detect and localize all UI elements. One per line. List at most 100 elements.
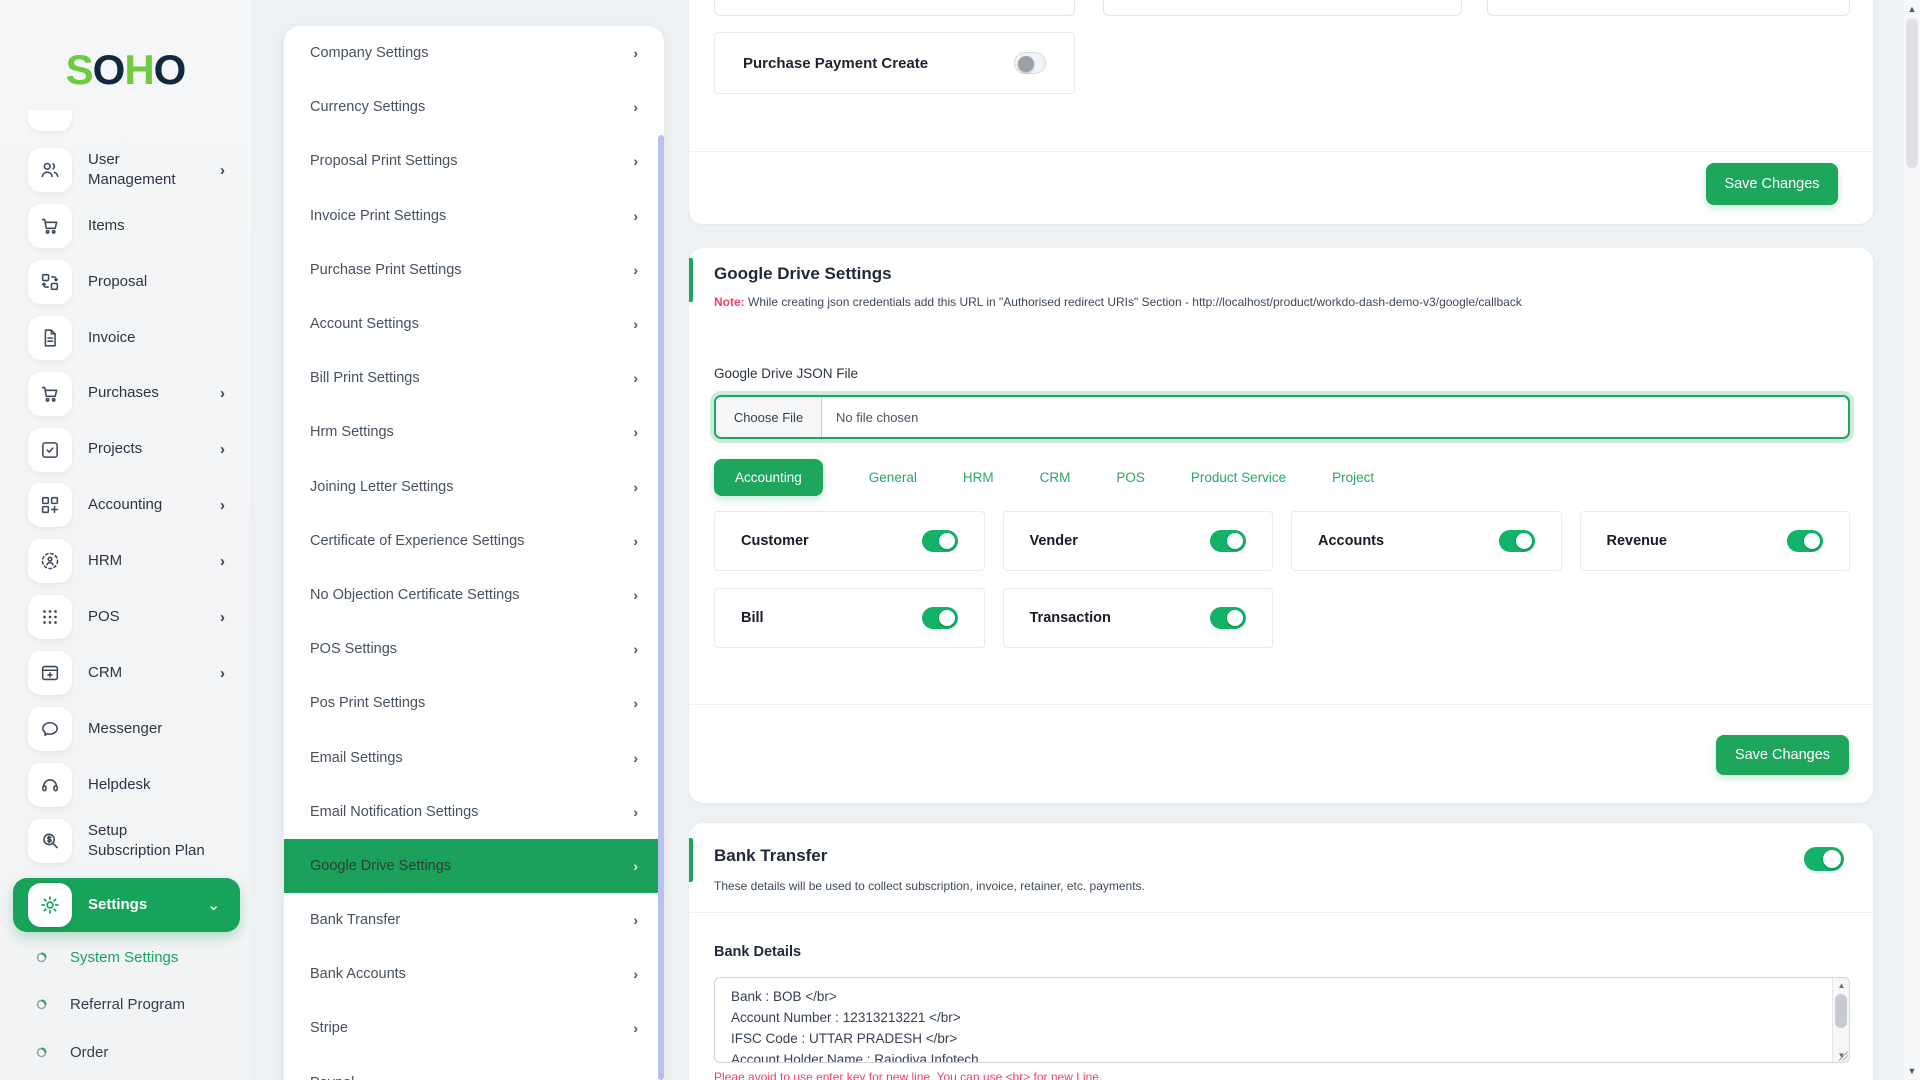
module-toggle-transaction[interactable] xyxy=(1210,607,1246,629)
main-content: Purchase Payment Create Save Changes Goo… xyxy=(689,0,1873,1080)
chevron-right-icon: › xyxy=(633,749,638,766)
radial-bullet-icon xyxy=(36,999,47,1010)
json-file-input[interactable]: Choose File No file chosen xyxy=(714,395,1850,439)
sidebar-item-hrm[interactable]: HRM › xyxy=(0,539,251,584)
sidebar-item-projects[interactable]: Projects › xyxy=(0,427,251,472)
settings-panel-item-invoice-print-settings[interactable]: Invoice Print Settings › xyxy=(284,189,664,243)
chevron-right-icon: › xyxy=(220,385,225,403)
choose-file-button[interactable]: Choose File xyxy=(716,397,822,437)
settings-panel-item-hrm-settings[interactable]: Hrm Settings › xyxy=(284,405,664,459)
swap-boxes-icon xyxy=(28,259,72,304)
module-toggle-vender[interactable] xyxy=(1210,530,1246,552)
settings-panel-item-pos-print-settings[interactable]: Pos Print Settings › xyxy=(284,676,664,730)
settings-panel-item-certificate-of-experience-settings[interactable]: Certificate of Experience Settings › xyxy=(284,514,664,568)
tab-hrm[interactable]: HRM xyxy=(963,470,994,485)
module-toggle-revenue[interactable] xyxy=(1787,530,1823,552)
settings-panel-item-pos-settings[interactable]: POS Settings › xyxy=(284,622,664,676)
save-button[interactable]: Save Changes xyxy=(1706,163,1838,205)
radial-bullet-icon xyxy=(36,1046,47,1058)
settings-panel-item-proposal-print-settings[interactable]: Proposal Print Settings › xyxy=(284,134,664,188)
scroll-up-icon[interactable]: ▲ xyxy=(1833,978,1849,992)
sidebar-subitem-system-settings[interactable]: System Settings xyxy=(0,946,251,968)
textarea-scrollbar[interactable]: ▲ ▼ xyxy=(1832,978,1849,1062)
window-plus-icon xyxy=(28,651,72,696)
settings-panel-item-stripe[interactable]: Stripe › xyxy=(284,1001,664,1055)
settings-panel-item-label: Bill Print Settings xyxy=(310,370,420,387)
clipped-input[interactable] xyxy=(1487,0,1850,16)
toggle-knob xyxy=(1018,56,1034,72)
sidebar-item-proposal[interactable]: Proposal xyxy=(0,259,251,304)
sidebar-item-user-management[interactable]: User Management › xyxy=(0,148,251,192)
settings-panel-item-bank-transfer[interactable]: Bank Transfer › xyxy=(284,893,664,947)
sidebar-item-settings[interactable]: Settings ⌄ xyxy=(13,878,240,932)
sidebar-item-messenger[interactable]: Messenger xyxy=(0,707,251,751)
bank-transfer-description: These details will be used to collect su… xyxy=(714,879,1145,893)
chevron-right-icon: › xyxy=(633,1075,638,1080)
clipped-input[interactable] xyxy=(714,0,1075,16)
sidebar-item-label: Accounting xyxy=(88,496,163,514)
chevron-right-icon: › xyxy=(633,478,638,495)
module-toggle-bill[interactable] xyxy=(921,607,958,629)
settings-panel-item-purchase-print-settings[interactable]: Purchase Print Settings › xyxy=(284,243,664,297)
sidebar-item-purchases[interactable]: Purchases › xyxy=(0,371,251,416)
tab-project[interactable]: Project xyxy=(1332,470,1374,485)
sidebar-item-accounting[interactable]: Accounting › xyxy=(0,483,251,528)
settings-panel-item-account-settings[interactable]: Account Settings › xyxy=(284,297,664,351)
tab-general[interactable]: General xyxy=(869,470,917,485)
toggle-knob xyxy=(938,533,955,549)
module-toggle-customer[interactable] xyxy=(921,530,958,552)
sidebar-subitem-referral-program[interactable]: Referral Program xyxy=(0,994,251,1016)
resize-grip[interactable] xyxy=(1838,1051,1848,1061)
settings-panel-scrollbar[interactable] xyxy=(658,135,664,1080)
sidebar-subitem-label: Referral Program xyxy=(70,996,186,1013)
scrollbar-thumb[interactable] xyxy=(1835,994,1847,1028)
main-sidebar: SOHO User Management › Items Proposal Invoic… xyxy=(0,0,251,1080)
page-scrollbar[interactable]: ▲ ▼ xyxy=(1903,0,1920,1080)
scroll-down-icon[interactable]: ▼ xyxy=(1904,1063,1920,1079)
bank-details-textarea[interactable]: Bank : BOB </br> Account Number : 123132… xyxy=(714,977,1850,1063)
settings-panel-item-joining-letter-settings[interactable]: Joining Letter Settings › xyxy=(284,460,664,514)
save-button[interactable]: Save Changes xyxy=(1716,735,1849,775)
sidebar-item-label: Invoice xyxy=(88,328,136,346)
chevron-right-icon: › xyxy=(220,441,225,458)
scrollbar-thumb[interactable] xyxy=(1906,18,1918,168)
scroll-up-icon[interactable]: ▲ xyxy=(1904,1,1920,17)
settings-panel-item-label: Bank Accounts xyxy=(310,966,406,983)
toggle-knob xyxy=(1227,533,1243,549)
sidebar-item-helpdesk[interactable]: Helpdesk xyxy=(0,762,251,807)
settings-panel-item-label: No Objection Certificate Settings xyxy=(310,586,520,603)
sidebar-item-pos[interactable]: POS › xyxy=(0,595,251,640)
clipped-input[interactable] xyxy=(1103,0,1462,16)
settings-panel-item-bill-print-settings[interactable]: Bill Print Settings › xyxy=(284,351,664,405)
tab-crm[interactable]: CRM xyxy=(1040,470,1071,485)
settings-panel-item-paypal[interactable]: Paypal › xyxy=(284,1056,664,1080)
chevron-right-icon: › xyxy=(633,261,638,278)
chevron-right-icon: › xyxy=(633,586,638,603)
tab-accounting[interactable]: Accounting xyxy=(714,458,823,496)
sidebar-item-items[interactable]: Items xyxy=(0,203,251,248)
settings-panel-item-label: Purchase Print Settings xyxy=(310,261,462,278)
settings-panel-item-currency-settings[interactable]: Currency Settings › xyxy=(284,80,664,134)
settings-panel-item-company-settings[interactable]: Company Settings › xyxy=(284,26,664,80)
sidebar-item-invoice[interactable]: Invoice xyxy=(0,315,251,360)
chevron-right-icon: › xyxy=(633,424,638,441)
card-accent-bar xyxy=(689,258,693,302)
bank-transfer-toggle[interactable] xyxy=(1804,847,1844,871)
settings-panel-item-google-drive-settings[interactable]: Google Drive Settings › xyxy=(284,838,664,893)
settings-panel-item-bank-accounts[interactable]: Bank Accounts › xyxy=(284,947,664,1001)
sidebar-subitem-order[interactable]: Order xyxy=(0,1041,251,1063)
tab-product-service[interactable]: Product Service xyxy=(1191,470,1286,485)
settings-panel-item-email-settings[interactable]: Email Settings › xyxy=(284,730,664,784)
sidebar-item-setup-subscription-plan[interactable]: Setup Subscription Plan xyxy=(0,818,251,863)
tab-pos[interactable]: POS xyxy=(1116,470,1145,485)
settings-panel-item-email-notification-settings[interactable]: Email Notification Settings › xyxy=(284,785,664,839)
settings-panel-item-label: Pos Print Settings xyxy=(310,695,426,712)
module-label: Revenue xyxy=(1606,533,1667,549)
dots-grid-icon xyxy=(28,595,72,640)
settings-panel-item-no-objection-certificate-settings[interactable]: No Objection Certificate Settings › xyxy=(284,568,664,622)
purchase-payment-create-toggle[interactable] xyxy=(1014,52,1046,74)
module-toggle-accounts[interactable] xyxy=(1498,530,1535,552)
module-toggle-grid: Customer Vender Accounts Revenue Bill Transac… xyxy=(714,511,1850,648)
sidebar-item-crm[interactable]: CRM › xyxy=(0,651,251,696)
chevron-down-icon: ⌄ xyxy=(207,897,220,914)
